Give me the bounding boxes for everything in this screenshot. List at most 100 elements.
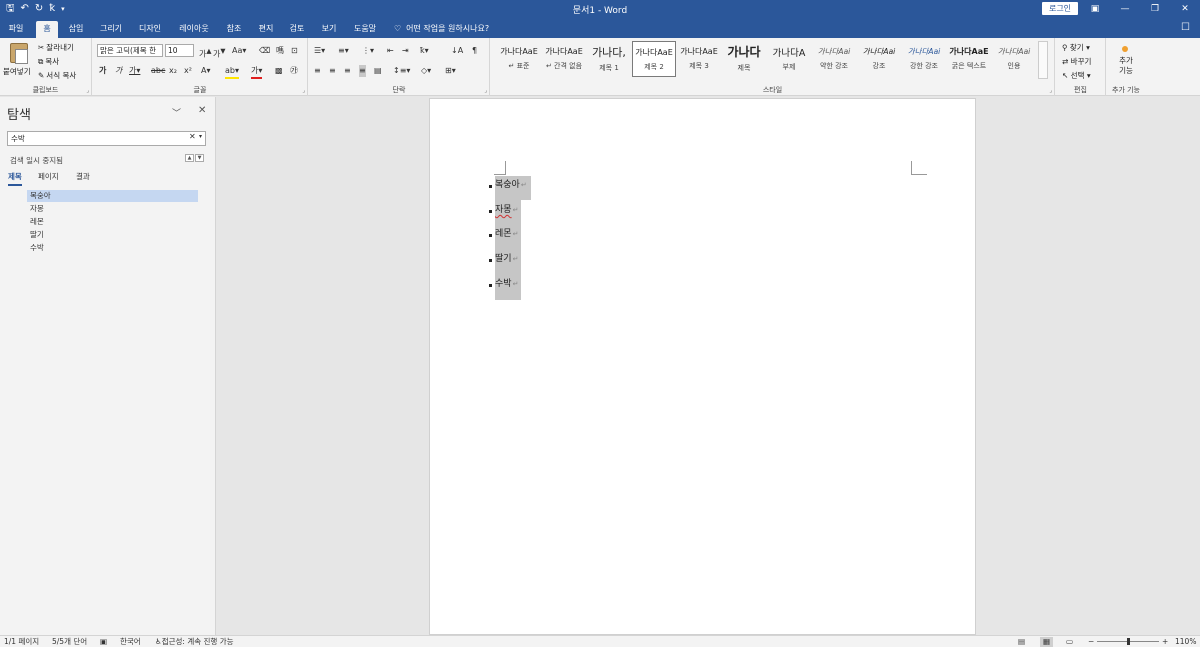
style-strong[interactable]: 가나다AaE 굵은 텍스트 (947, 41, 991, 77)
paragraph-launcher-icon[interactable]: ⌟ (484, 87, 487, 94)
style-normal[interactable]: 가나다AaE ↵ 표준 (497, 41, 541, 77)
comment-icon[interactable]: ☐ (1181, 22, 1190, 33)
style-gallery-scroll[interactable] (1038, 41, 1048, 79)
tell-me-box[interactable]: ♡ 어떤 작업을 원하시나요? (394, 21, 489, 36)
language-indicator[interactable]: 한국어 (120, 637, 141, 647)
tab-design[interactable]: 디자인 (134, 21, 166, 38)
nav-search-input[interactable]: 수박 (7, 131, 206, 146)
search-options-icon[interactable]: ▾ (199, 133, 202, 140)
strikethrough-icon[interactable]: abc (151, 65, 165, 77)
shading-icon[interactable]: ◇▾ (421, 65, 431, 77)
multilevel-icon[interactable]: ⋮▾ (362, 45, 374, 57)
bold-icon[interactable]: 가 (99, 65, 106, 77)
close-icon[interactable]: ✕ (1170, 0, 1200, 18)
heading-item[interactable]: 딸기 (27, 229, 198, 241)
highlight-icon[interactable]: ab▾ (225, 65, 239, 79)
doc-heading[interactable]: 자몽↵ (495, 204, 518, 216)
paste-button[interactable]: 붙여넣기 (3, 66, 31, 77)
style-quote[interactable]: 가나다Aai 인용 (992, 41, 1036, 77)
style-emphasis[interactable]: 가나다Aai 강조 (857, 41, 901, 77)
distributed-icon[interactable]: ▤ (374, 65, 382, 77)
style-subtle-emphasis[interactable]: 가나다Aai 약한 강조 (812, 41, 856, 77)
ribbon-display-icon[interactable]: ▣ (1080, 0, 1110, 18)
addins-button[interactable]: 추가 기능 (1115, 56, 1137, 76)
close-icon[interactable]: ✕ (198, 105, 206, 116)
heading-item[interactable]: 수박 (27, 242, 198, 254)
subscript-icon[interactable]: x₂ (169, 65, 177, 77)
line-spacing-icon[interactable]: ↕≡▾ (393, 65, 410, 77)
underline-icon[interactable]: 가▾ (129, 65, 140, 77)
zoom-slider-thumb[interactable] (1127, 638, 1130, 645)
tab-view[interactable]: 보기 (317, 21, 341, 38)
sort-icon[interactable]: ↓A (451, 45, 463, 57)
format-painter-button[interactable]: ✎ 서식 복사 (38, 70, 76, 81)
cut-button[interactable]: ✂ 잘라내기 (38, 42, 74, 53)
zoom-level[interactable]: 110% (1175, 637, 1196, 647)
login-button[interactable]: 로그인 (1042, 2, 1078, 15)
align-right-icon[interactable]: ≡ (344, 65, 351, 77)
style-heading-3[interactable]: 가나다AaE 제목 3 (677, 41, 721, 77)
proofing-icon[interactable]: ▣ (100, 637, 107, 647)
document-page[interactable]: 복숭아↵ 자몽↵ 레몬↵ 딸기↵ 수박↵ (429, 98, 976, 635)
tab-home[interactable]: 홈 (36, 21, 58, 38)
italic-icon[interactable]: 가 (115, 65, 122, 77)
tab-layout[interactable]: 레이아웃 (174, 21, 214, 38)
text-effects-icon[interactable]: A▾ (201, 65, 211, 77)
style-heading-2[interactable]: 가나다AaE 제목 2 (632, 41, 676, 77)
tab-mailings[interactable]: 편지 (254, 21, 278, 38)
tab-help[interactable]: 도움말 (349, 21, 381, 38)
font-size-select[interactable]: 10 (165, 44, 194, 57)
print-layout-icon[interactable]: ▦ (1040, 637, 1054, 647)
grow-font-icon[interactable]: 가▲ (199, 45, 212, 61)
enclose-char-icon[interactable]: ㉮ (290, 65, 298, 77)
tab-review[interactable]: 검토 (285, 21, 309, 38)
copy-button[interactable]: ⧉ 복사 (38, 56, 59, 67)
minimize-icon[interactable]: — (1110, 0, 1140, 18)
clear-search-icon[interactable]: ✕ (189, 132, 196, 141)
select-button[interactable]: ↖ 선택 ▾ (1062, 70, 1091, 81)
heading-item[interactable]: 자몽 (27, 203, 198, 215)
tab-results[interactable]: 결과 (76, 171, 90, 182)
zoom-out-button[interactable]: − (1088, 637, 1094, 647)
align-center-icon[interactable]: ≡ (329, 65, 336, 77)
tab-file[interactable]: 파일 (4, 21, 28, 38)
heading-item[interactable]: 레몬 (27, 216, 198, 228)
next-result-icon[interactable]: ▼ (195, 154, 204, 162)
clipboard-launcher-icon[interactable]: ⌟ (86, 87, 89, 94)
bullets-icon[interactable]: ☰▾ (314, 45, 325, 57)
borders-icon[interactable]: ⊞▾ (445, 65, 456, 77)
zoom-in-button[interactable]: + (1162, 637, 1168, 647)
accessibility-status[interactable]: ♿접근성: 계속 진행 가능 (155, 637, 234, 647)
style-subtitle[interactable]: 가나다A 부제 (767, 41, 811, 77)
tab-insert[interactable]: 삽입 (64, 21, 88, 38)
tab-draw[interactable]: 그리기 (96, 21, 126, 38)
font-launcher-icon[interactable]: ⌟ (302, 87, 305, 94)
style-heading-1[interactable]: 가나다, 제목 1 (587, 41, 631, 77)
doc-heading[interactable]: 레몬↵ (495, 228, 518, 240)
style-no-spacing[interactable]: 가나다AaE ↵ 간격 없음 (542, 41, 586, 77)
word-count[interactable]: 5/5개 단어 (52, 637, 87, 647)
prev-result-icon[interactable]: ▲ (185, 154, 194, 162)
styles-launcher-icon[interactable]: ⌟ (1049, 87, 1052, 94)
numbering-icon[interactable]: ≡▾ (338, 45, 349, 57)
read-mode-icon[interactable]: ▤ (1018, 637, 1025, 647)
font-color-icon[interactable]: 가▾ (251, 65, 263, 79)
tab-references[interactable]: 참조 (222, 21, 246, 38)
doc-heading[interactable]: 딸기↵ (495, 253, 518, 265)
find-button[interactable]: ⚲ 찾기 ▾ (1062, 42, 1090, 53)
asian-layout-icon[interactable]: ꝁ▾ (420, 45, 429, 57)
doc-heading[interactable]: 복숭아↵ (495, 179, 527, 191)
paste-icon[interactable] (10, 43, 28, 64)
page-count[interactable]: 1/1 페이지 (4, 637, 39, 647)
superscript-icon[interactable]: x² (184, 65, 192, 77)
change-case-icon[interactable]: Aa▾ (232, 45, 246, 57)
increase-indent-icon[interactable]: ⇥ (402, 45, 409, 57)
doc-heading[interactable]: 수박↵ (495, 278, 518, 290)
clear-format-icon[interactable]: ⌫ (259, 45, 270, 57)
style-intense-emphasis[interactable]: 가나다Aai 강한 강조 (902, 41, 946, 77)
addins-icon[interactable] (1122, 46, 1128, 52)
tab-headings[interactable]: 제목 (8, 171, 22, 186)
decrease-indent-icon[interactable]: ⇤ (387, 45, 394, 57)
replace-button[interactable]: ⇄ 바꾸기 (1062, 56, 1091, 67)
char-border-icon[interactable]: ⊡ (291, 45, 298, 57)
